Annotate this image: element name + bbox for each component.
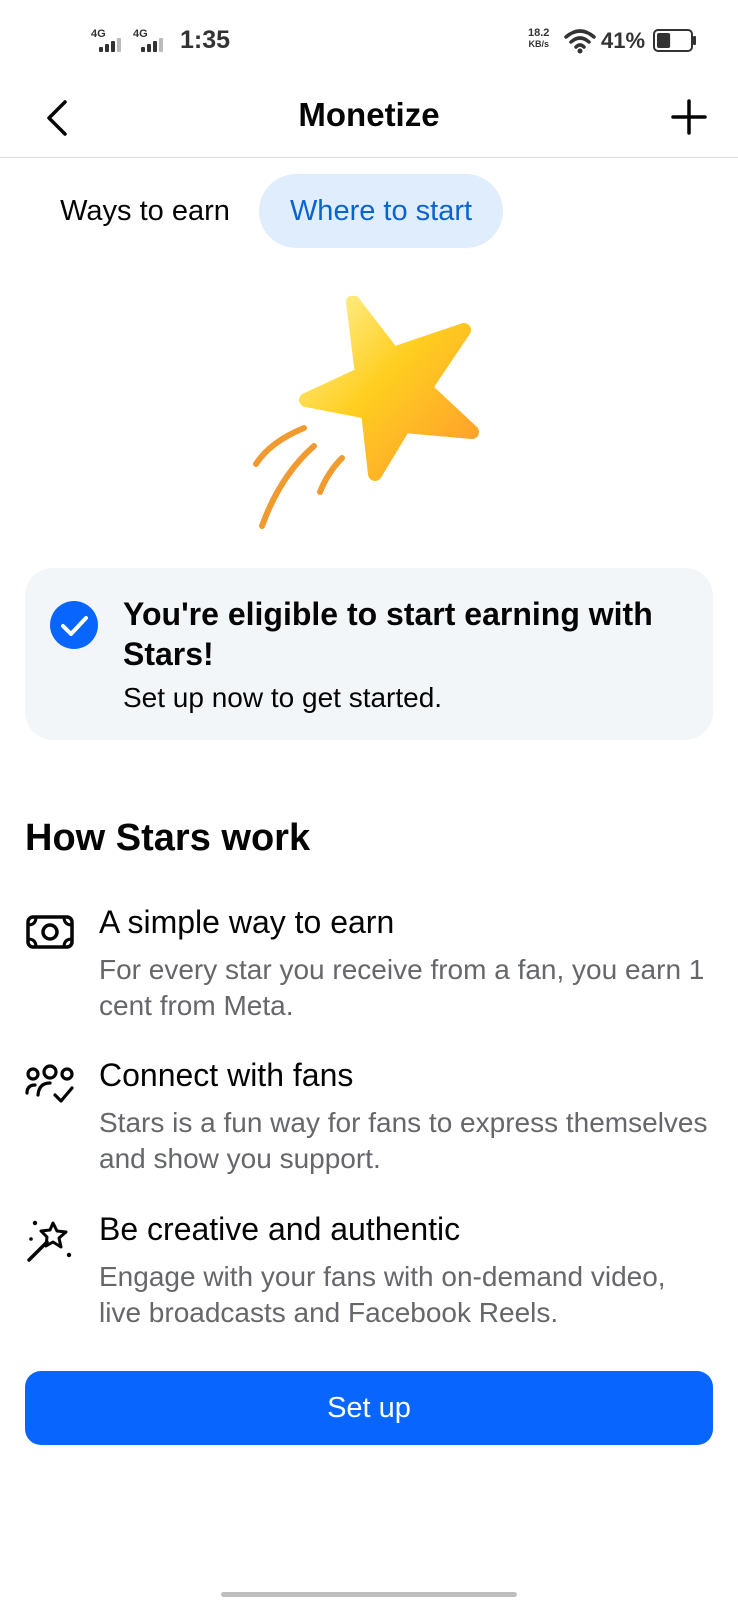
feature-title: A simple way to earn (99, 904, 395, 940)
section-title: How Stars work (25, 817, 311, 859)
tab-ways-to-earn[interactable]: Ways to earn (40, 174, 250, 248)
battery-icon (653, 29, 696, 52)
speed-value: 18.2 (528, 27, 550, 39)
feature-title: Connect with fans (99, 1057, 354, 1093)
shooting-star-illustration (253, 296, 479, 529)
status-bar: 4G 4G 1:35 18.2 KB/s 41% (0, 0, 738, 82)
feature-description: Stars is a fun way for fans to express t… (99, 1107, 708, 1174)
wifi-icon (564, 29, 596, 54)
feature-description: For every star you receive from a fan, y… (99, 954, 705, 1021)
battery-percent: 41% (601, 28, 646, 53)
speed-unit: KB/s (528, 39, 549, 49)
add-button[interactable] (664, 92, 714, 142)
eligibility-subtitle: Set up now to get started. (123, 682, 443, 713)
plus-icon (671, 99, 707, 135)
monetize-screen: 4G 4G 1:35 18.2 KB/s 41% Monetize Ways t… (0, 0, 738, 1600)
setup-button[interactable]: Set up (25, 1371, 713, 1445)
home-indicator[interactable] (221, 1592, 517, 1597)
people-check-icon (25, 1064, 74, 1103)
signal-bars-icon (99, 38, 125, 52)
check-circle-icon (50, 601, 98, 649)
feature-title: Be creative and authentic (99, 1211, 461, 1247)
network-speed: 18.2 KB/s (528, 28, 549, 50)
money-icon (26, 915, 74, 949)
tab-where-to-start[interactable]: Where to start (259, 174, 503, 248)
feature-description: Engage with your fans with on-demand vid… (99, 1261, 666, 1328)
eligibility-title: You're eligible to start earning with St… (123, 596, 653, 672)
signal-bars-icon (141, 38, 167, 52)
app-header: Monetize (0, 82, 738, 158)
eligibility-card: You're eligible to start earning with St… (25, 568, 713, 740)
magic-wand-icon (27, 1220, 72, 1262)
page-title: Monetize (298, 96, 440, 133)
status-time: 1:35 (180, 26, 231, 54)
